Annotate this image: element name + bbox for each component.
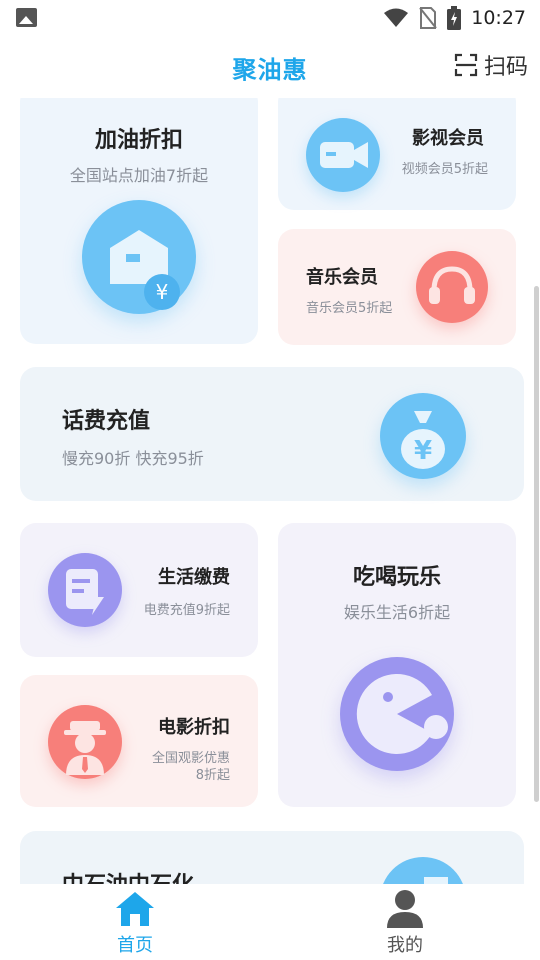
headphones-icon — [416, 251, 488, 323]
music-membership-card[interactable]: 音乐会员 音乐会员5折起 — [278, 229, 516, 345]
scan-label: 扫码 — [483, 55, 528, 80]
card-title: 吃喝玩乐 — [352, 565, 441, 590]
money-bag-icon: ¥ — [380, 393, 466, 479]
person-hat-icon — [48, 705, 122, 779]
phone-recharge-card[interactable]: 话费充值 慢充90折 快充95折 ¥ — [20, 367, 524, 501]
status-icons: 10:27 — [383, 4, 526, 32]
gallery-notification-icon — [16, 8, 37, 27]
svg-text:¥: ¥ — [414, 436, 432, 466]
nav-mine-label: 我的 — [387, 935, 423, 956]
card-title: 电影折扣 — [158, 717, 230, 738]
wifi-icon — [384, 8, 409, 27]
scan-icon — [454, 53, 478, 77]
card-title: 音乐会员 — [306, 267, 378, 288]
card-title: 话费充值 — [62, 409, 151, 434]
movie-discount-card[interactable]: 电影折扣 全国观影优惠 8折起 — [20, 675, 258, 807]
no-sim-icon — [419, 7, 438, 29]
content-scroll[interactable]: 加油折扣 全国站点加油7折起 ¥ 影视会员 视频会员5折起 音乐会员 音乐会员5… — [0, 98, 540, 884]
svg-text:¥: ¥ — [156, 280, 169, 304]
card-subtitle: 娱乐生活6折起 — [343, 603, 451, 622]
fuel-pump-icon — [380, 857, 466, 884]
sinopec-card[interactable]: 中石油中石化 — [20, 831, 524, 884]
card-title: 影视会员 — [412, 128, 484, 149]
pacman-icon — [340, 657, 454, 771]
card-subtitle: 8折起 — [195, 768, 230, 783]
fuel-station-icon: ¥ — [82, 200, 196, 314]
user-icon — [387, 890, 423, 928]
card-title: 生活缴费 — [158, 567, 230, 588]
battery-charging-icon — [447, 6, 462, 30]
card-title: 中石油中石化 — [62, 867, 194, 884]
card-subtitle: 视频会员5折起 — [401, 162, 488, 177]
card-title: 加油折扣 — [94, 128, 183, 153]
card-subtitle: 全国站点加油7折起 — [69, 166, 209, 185]
scrollbar[interactable] — [534, 286, 539, 802]
video-membership-card[interactable]: 影视会员 视频会员5折起 — [278, 98, 516, 210]
card-subtitle: 慢充90折 快充95折 — [62, 449, 204, 468]
scan-button[interactable]: 扫码 — [454, 48, 528, 82]
nav-home-label: 首页 — [117, 935, 153, 956]
video-camera-icon — [306, 118, 380, 192]
bill-document-icon — [48, 553, 122, 627]
utility-bills-card[interactable]: 生活缴费 电费充值9折起 — [20, 523, 258, 657]
status-bar: 10:27 — [0, 0, 540, 36]
clock: 10:27 — [471, 7, 526, 29]
card-subtitle: 音乐会员5折起 — [306, 301, 393, 316]
nav-home[interactable]: 首页 — [0, 884, 270, 960]
app-bar: 聚油惠 扫码 — [0, 36, 540, 98]
bottom-navigation: 首页 我的 — [0, 884, 540, 960]
food-entertainment-card[interactable]: 吃喝玩乐 娱乐生活6折起 — [278, 523, 516, 807]
card-subtitle: 电费充值9折起 — [143, 603, 230, 618]
nav-mine[interactable]: 我的 — [270, 884, 540, 960]
home-icon — [116, 892, 154, 926]
fuel-discount-card[interactable]: 加油折扣 全国站点加油7折起 ¥ — [20, 98, 258, 344]
